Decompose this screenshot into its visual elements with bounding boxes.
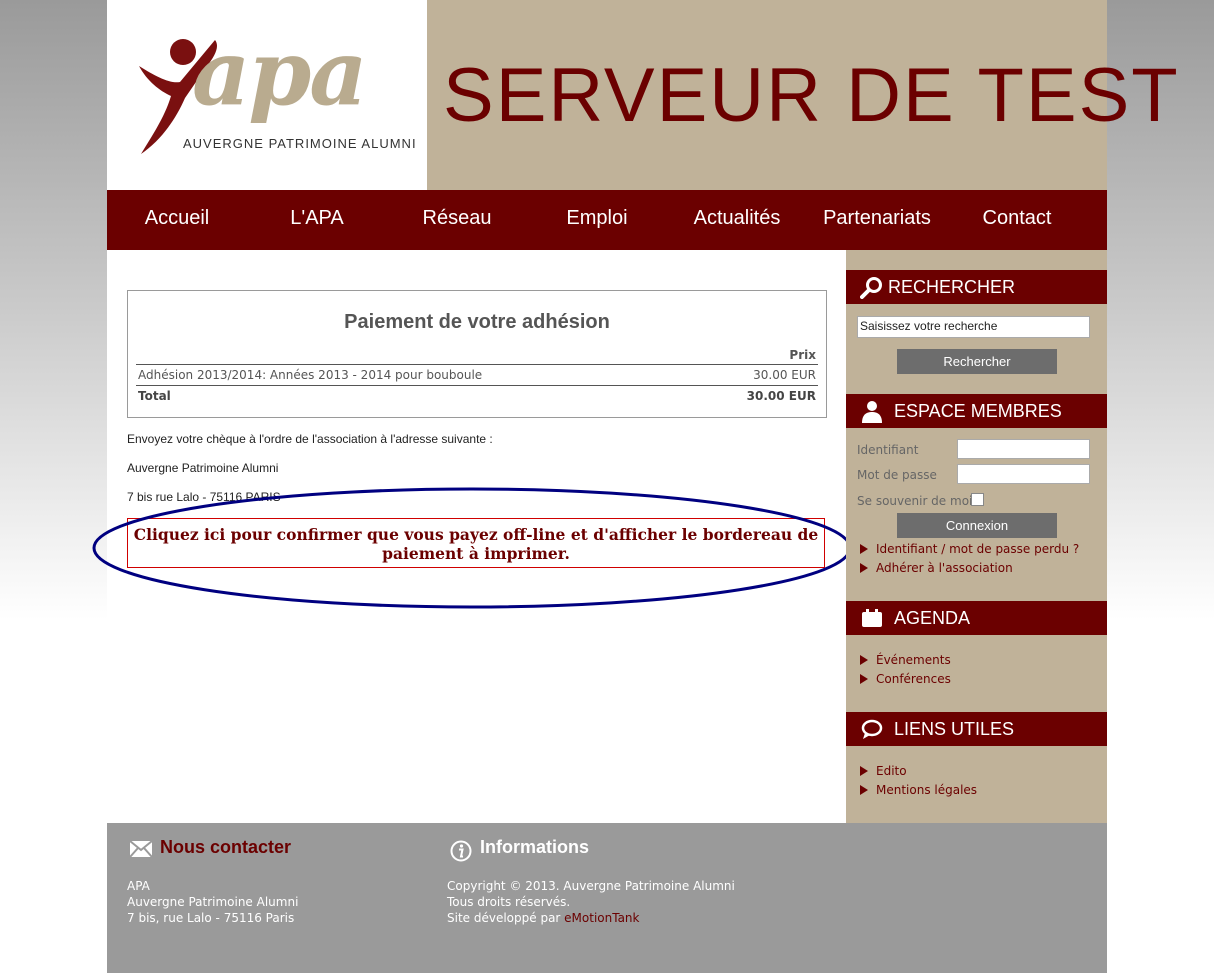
- page: apa AUVERGNE PATRIMOINE ALUMNI SERVEUR D…: [92, 0, 1178, 973]
- remember-checkbox[interactable]: [971, 493, 984, 506]
- events-link[interactable]: Événements: [860, 653, 951, 667]
- info-icon: [450, 840, 472, 862]
- search-panel-title: RECHERCHER: [888, 277, 1016, 297]
- links-panel-header: LIENS UTILES: [846, 712, 1107, 746]
- payment-table: Prix Adhésion 2013/2014: Années 2013 - 2…: [136, 346, 818, 406]
- nav-item-accueil[interactable]: Accueil: [107, 190, 247, 250]
- envelope-icon: [129, 840, 153, 858]
- developer-link[interactable]: eMotionTank: [564, 911, 639, 925]
- total-label: Total: [138, 389, 171, 403]
- login-button[interactable]: Connexion: [897, 513, 1057, 538]
- remember-label: Se souvenir de moi: [857, 494, 973, 508]
- search-input[interactable]: Saisissez votre recherche: [857, 316, 1090, 338]
- info-text: Copyright © 2013. Auvergne Patrimoine Al…: [447, 879, 735, 925]
- contact-info: APA Auvergne Patrimoine Alumni 7 bis, ru…: [127, 879, 299, 925]
- logo[interactable]: apa AUVERGNE PATRIMOINE ALUMNI: [107, 0, 427, 190]
- search-button[interactable]: Rechercher: [897, 349, 1057, 374]
- nav-item-reseau[interactable]: Réseau: [387, 190, 527, 250]
- footer: Nous contacter APA Auvergne Patrimoine A…: [107, 823, 1107, 973]
- edito-link[interactable]: Edito: [860, 764, 907, 778]
- info-title: Informations: [480, 837, 590, 857]
- user-icon: [862, 401, 882, 423]
- password-label: Mot de passe: [857, 468, 937, 482]
- table-row: Adhésion 2013/2014: Années 2013 - 2014 p…: [136, 365, 818, 386]
- nav-item-apa[interactable]: L'APA: [247, 190, 387, 250]
- links-panel-title: LIENS UTILES: [894, 719, 1015, 739]
- login-input[interactable]: [957, 439, 1090, 459]
- item-price: 30.00 EUR: [753, 368, 816, 382]
- members-panel-header: ESPACE MEMBRES: [846, 394, 1107, 428]
- search-icon: [860, 277, 882, 299]
- nav-item-contact[interactable]: Contact: [947, 190, 1087, 250]
- nav-item-partenariats[interactable]: Partenariats: [807, 190, 947, 250]
- calendar-icon: [862, 609, 882, 627]
- legal-notice-link[interactable]: Mentions légales: [860, 783, 977, 797]
- sidebar: RECHERCHER Saisissez votre recherche Rec…: [846, 250, 1107, 823]
- price-column-header: Prix: [136, 346, 818, 365]
- arrow-right-icon: [860, 785, 868, 795]
- highlight-ellipse: [92, 487, 852, 609]
- main-nav: Accueil L'APA Réseau Emploi Actualités P…: [107, 190, 1107, 250]
- banner: SERVEUR DE TEST: [427, 0, 1178, 190]
- arrow-right-icon: [860, 563, 868, 573]
- total-price: 30.00 EUR: [746, 389, 816, 403]
- join-association-link[interactable]: Adhérer à l'association: [860, 561, 1013, 575]
- conferences-link[interactable]: Conférences: [860, 672, 951, 686]
- payment-title: Paiement de votre adhésion: [344, 311, 610, 333]
- agenda-panel-title: AGENDA: [894, 608, 971, 628]
- speech-bubble-icon: [861, 719, 883, 739]
- contact-title: Nous contacter: [160, 837, 292, 857]
- nav-item-emploi[interactable]: Emploi: [527, 190, 667, 250]
- login-label: Identifiant: [857, 443, 919, 457]
- banner-title: SERVEUR DE TEST: [443, 53, 1180, 138]
- instruction-text: Envoyez votre chèque à l'ordre de l'asso…: [127, 432, 493, 446]
- item-label: Adhésion 2013/2014: Années 2013 - 2014 p…: [138, 368, 483, 382]
- lost-password-link[interactable]: Identifiant / mot de passe perdu ?: [860, 542, 1079, 556]
- arrow-right-icon: [860, 544, 868, 554]
- members-panel-title: ESPACE MEMBRES: [894, 401, 1062, 421]
- password-input[interactable]: [957, 464, 1090, 484]
- address-name: Auvergne Patrimoine Alumni: [127, 461, 279, 475]
- arrow-right-icon: [860, 674, 868, 684]
- logo-text: apa: [192, 20, 368, 126]
- arrow-right-icon: [860, 655, 868, 665]
- nav-item-actualites[interactable]: Actualités: [667, 190, 807, 250]
- search-panel-header: RECHERCHER: [846, 270, 1107, 304]
- total-row: Total 30.00 EUR: [136, 386, 818, 406]
- arrow-right-icon: [860, 766, 868, 776]
- logo-subtitle: AUVERGNE PATRIMOINE ALUMNI: [183, 136, 417, 151]
- agenda-panel-header: AGENDA: [846, 601, 1107, 635]
- payment-summary: Paiement de votre adhésion Prix Adhésion…: [127, 290, 827, 418]
